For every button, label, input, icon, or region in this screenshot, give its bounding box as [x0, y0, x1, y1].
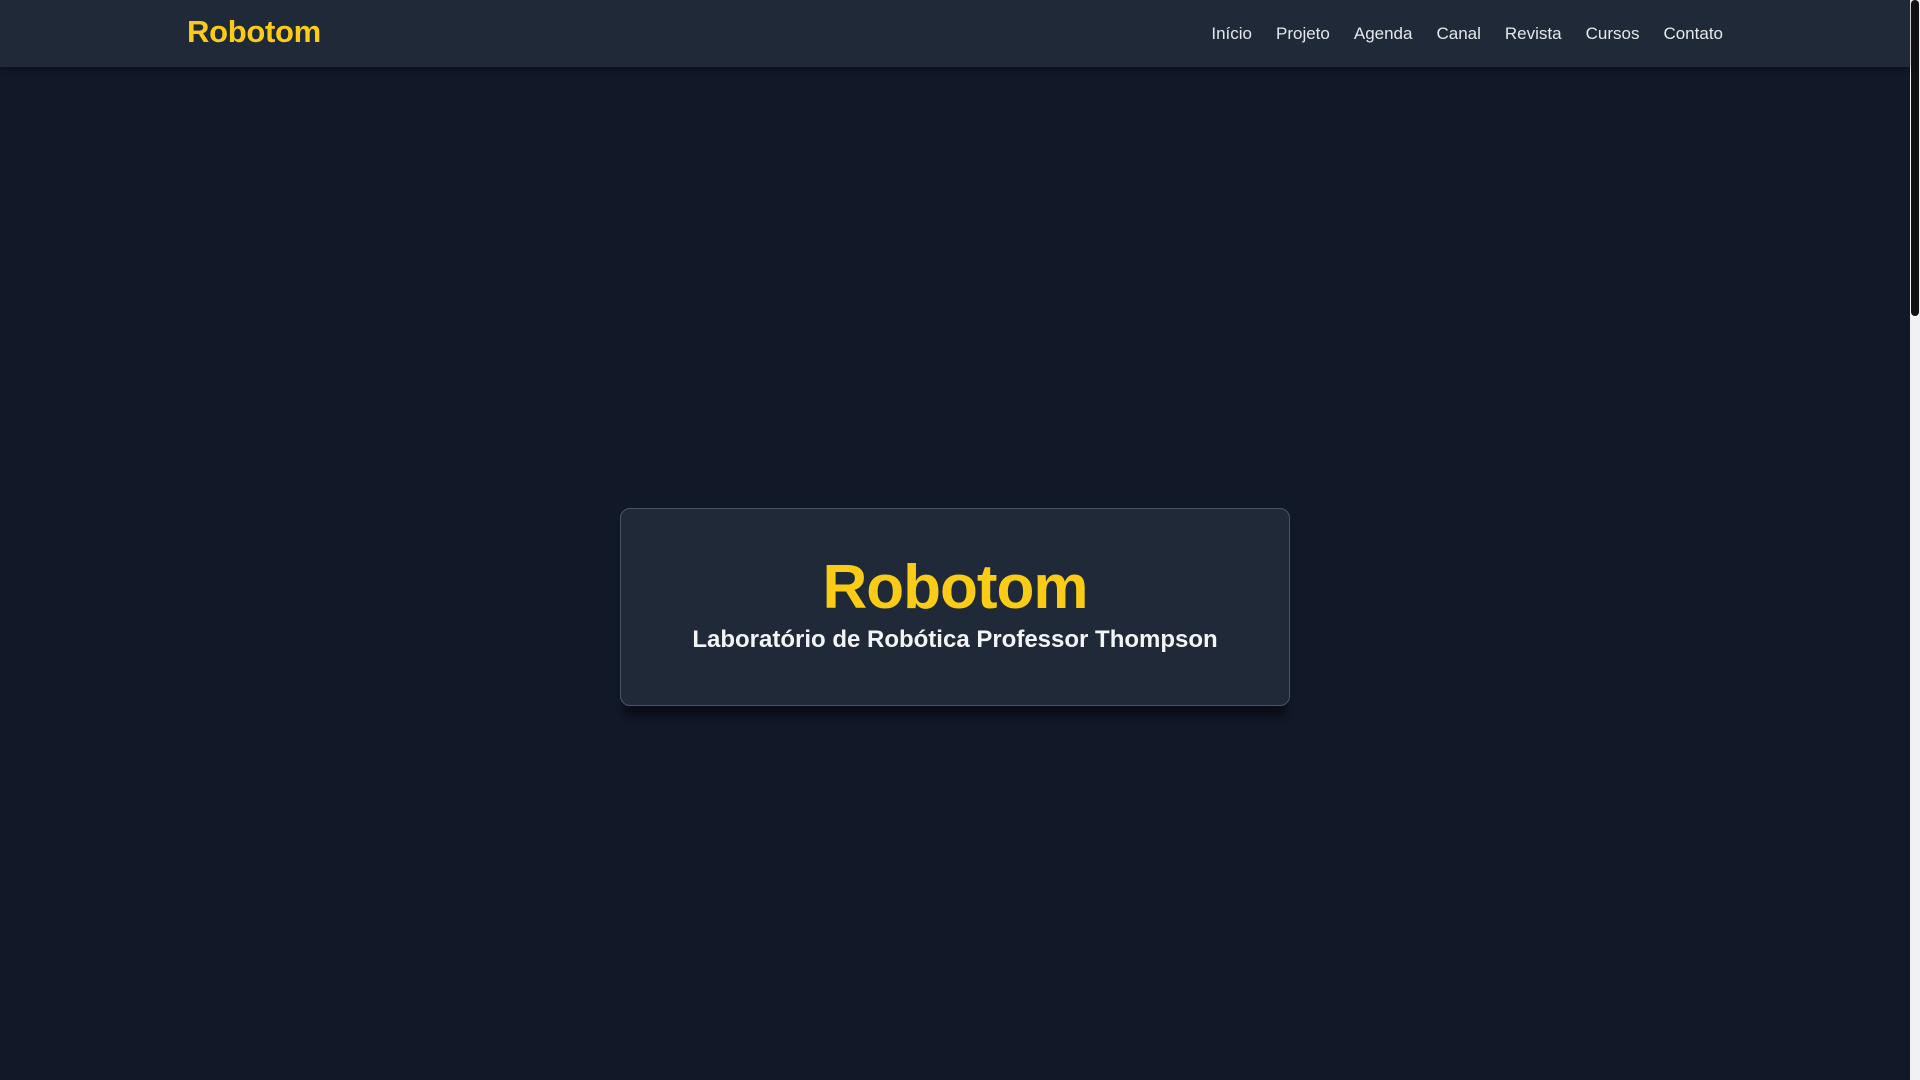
nav-link-inicio[interactable]: Início — [1211, 24, 1252, 44]
hero-subtitle: Laboratório de Robótica Professor Thomps… — [692, 626, 1218, 654]
top-navbar: Robotom Início Projeto Agenda Canal Revi… — [0, 0, 1910, 67]
page-scrollbar[interactable] — [1910, 0, 1920, 1080]
hero-title: Robotom — [822, 553, 1088, 622]
nav-link-canal[interactable]: Canal — [1436, 24, 1480, 44]
nav-link-projeto[interactable]: Projeto — [1276, 24, 1330, 44]
nav-link-revista[interactable]: Revista — [1505, 24, 1562, 44]
hero-card: Robotom Laboratório de Robótica Professo… — [620, 508, 1290, 706]
nav-link-contato[interactable]: Contato — [1663, 24, 1723, 44]
nav-link-agenda[interactable]: Agenda — [1354, 24, 1413, 44]
brand-logo-link[interactable]: Robotom — [187, 14, 321, 50]
scrollbar-thumb[interactable] — [1911, 0, 1919, 316]
nav-link-cursos[interactable]: Cursos — [1586, 24, 1640, 44]
main-navigation: Início Projeto Agenda Canal Revista Curs… — [1187, 0, 1723, 67]
page: Robotom Início Projeto Agenda Canal Revi… — [0, 0, 1920, 1080]
